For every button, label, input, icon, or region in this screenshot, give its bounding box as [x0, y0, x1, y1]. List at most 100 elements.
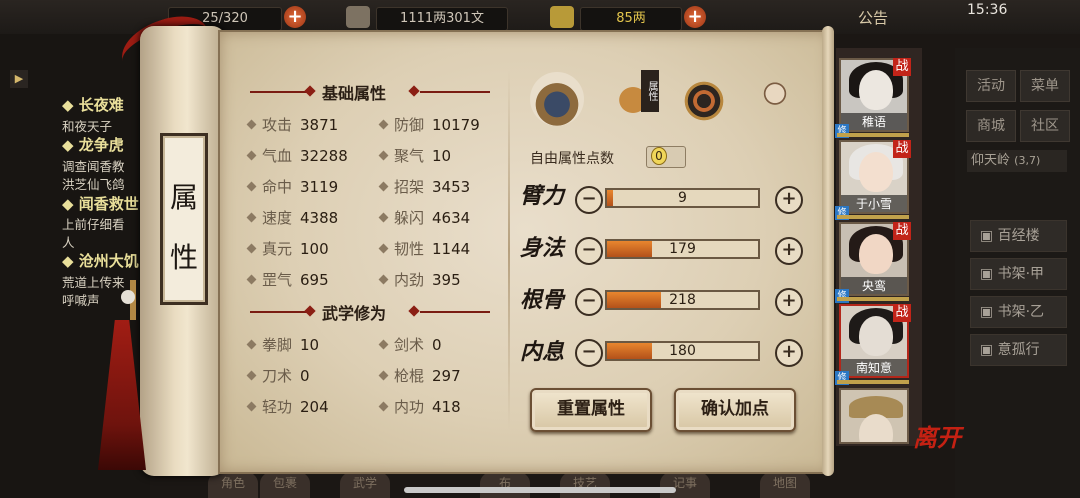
location-item[interactable]: ▣ 意孤行	[970, 334, 1067, 366]
gold-display: 85两	[580, 7, 682, 31]
breath-minus-button[interactable]: −	[575, 339, 603, 367]
breath-plus-button[interactable]: +	[775, 339, 803, 367]
shop-button[interactable]: 商城	[966, 110, 1016, 142]
hp-bar	[837, 297, 909, 301]
free-points-label: 自由属性点数	[530, 151, 614, 167]
constitution-plus-button[interactable]: +	[775, 288, 803, 316]
notice-button[interactable]: 公告	[858, 7, 888, 28]
strength-minus-button[interactable]: −	[575, 186, 603, 214]
quest-title[interactable]: ◆ 长夜难	[62, 94, 124, 115]
constitution-value: 218	[669, 292, 696, 308]
quest-title[interactable]: ◆ 龙争虎	[62, 134, 124, 155]
expand-arrow-icon[interactable]: ▶	[10, 70, 28, 88]
stat-dodge: 躲闪 4634	[378, 207, 470, 228]
attr-breath-label: 内息	[520, 339, 565, 365]
stat-hit: 命中 3119	[246, 176, 338, 197]
header-deco	[420, 91, 490, 93]
party-member-name: 稚语	[841, 113, 907, 130]
stat-inner-force: 内劲 395	[378, 269, 461, 290]
community-button[interactable]: 社区	[1020, 110, 1070, 142]
money-text: 1111两301文	[400, 11, 484, 26]
stat-fist: 拳脚 10	[246, 334, 319, 355]
battle-badge: 战	[893, 222, 911, 240]
scroll-roller-right	[822, 26, 834, 476]
agility-minus-button[interactable]: −	[575, 237, 603, 265]
quest-desc: 和夜天子	[62, 119, 113, 134]
stat-charge: 聚气 10	[378, 145, 451, 166]
battle-badge: 战	[893, 140, 911, 158]
strength-plus-button[interactable]: +	[775, 186, 803, 214]
party-member-name: 于小雪	[841, 195, 907, 212]
quest-title[interactable]: ◆ 沧州大饥	[62, 250, 139, 271]
header-deco	[250, 311, 310, 313]
stat-defense: 防御 10179	[378, 114, 480, 135]
constitution-minus-button[interactable]: −	[575, 288, 603, 316]
hp-bar	[837, 380, 909, 384]
quest-desc: 荒道上传来	[62, 275, 125, 290]
reset-attributes-button[interactable]: 重置属性	[530, 388, 652, 432]
portrait-face	[859, 152, 893, 192]
breath-bar: 180	[605, 341, 760, 361]
quest-title[interactable]: ◆ 闻香救世	[62, 193, 139, 214]
stat-gang-qi: 罡气 695	[246, 269, 329, 290]
portrait-face	[859, 316, 893, 356]
portrait-face	[859, 70, 893, 110]
location-item[interactable]: ▣ 百经楼	[970, 220, 1067, 252]
constitution-bar: 218	[605, 290, 760, 310]
quest-desc: 呼喊声	[62, 293, 100, 308]
battle-badge: 战	[893, 304, 911, 322]
activity-button[interactable]: 活动	[966, 70, 1016, 102]
stat-sword: 剑术 0	[378, 334, 442, 355]
location-item[interactable]: ▣ 书架·甲	[970, 258, 1067, 290]
money-display: 1111两301文	[376, 7, 508, 31]
battle-badge: 战	[893, 58, 911, 76]
tassel-bead	[121, 290, 135, 304]
stat-hp: 气血 32288	[246, 145, 348, 166]
leave-button[interactable]: 离开	[913, 418, 961, 453]
stat-true-energy: 真元 100	[246, 238, 329, 259]
portrait-face	[859, 234, 893, 274]
strength-value: 9	[678, 190, 687, 206]
gold-text: 85两	[616, 11, 646, 26]
stat-attack: 攻击 3871	[246, 114, 338, 135]
capacity-add-button[interactable]: +	[284, 6, 306, 28]
scroll-title-char: 属	[169, 181, 198, 214]
column-divider	[508, 70, 510, 430]
stat-spear: 枪棍 297	[378, 365, 461, 386]
gold-icon	[550, 6, 574, 28]
home-indicator	[404, 487, 676, 493]
party-member-name: 南知意	[841, 359, 907, 376]
menu-button[interactable]: 菜单	[1020, 70, 1070, 102]
scroll-title-label: 属 性	[160, 133, 208, 305]
quest-desc: 洪芝仙飞鸽	[62, 177, 125, 192]
attribute-tab-label: 属性	[641, 70, 659, 112]
header-deco	[420, 311, 490, 313]
character-tab-icon[interactable]	[530, 72, 584, 126]
quest-desc: 人	[62, 235, 75, 250]
scroll-title-char: 性	[169, 241, 198, 274]
stat-speed: 速度 4388	[246, 207, 338, 228]
capacity-text: 25/320	[202, 11, 248, 26]
agility-bar: 179	[605, 239, 760, 259]
quest-desc: 调查闻香教	[62, 159, 125, 174]
basic-attributes-header: 基础属性	[322, 84, 387, 103]
bagua-tab-icon[interactable]	[677, 74, 731, 128]
confirm-points-button[interactable]: 确认加点	[674, 388, 796, 432]
hp-bar	[837, 215, 909, 219]
quest-desc: 上前仔细看	[62, 217, 125, 232]
stat-parry: 招架 3453	[378, 176, 470, 197]
gold-add-button[interactable]: +	[684, 6, 706, 28]
meridian-tab-icon[interactable]	[748, 72, 802, 126]
location-item[interactable]: ▣ 书架·乙	[970, 296, 1067, 328]
party-member[interactable]	[839, 388, 909, 444]
location-label: 仰天岭 (3,7)	[967, 150, 1067, 172]
breath-value: 180	[669, 343, 696, 359]
agility-plus-button[interactable]: +	[775, 237, 803, 265]
agility-value: 179	[669, 241, 696, 257]
money-icon	[346, 6, 370, 28]
stat-internal: 内功 418	[378, 396, 461, 417]
hp-bar	[837, 133, 909, 137]
free-points-value: 0	[651, 147, 667, 165]
stat-blade: 刀术 0	[246, 365, 310, 386]
portrait-face	[859, 414, 893, 442]
